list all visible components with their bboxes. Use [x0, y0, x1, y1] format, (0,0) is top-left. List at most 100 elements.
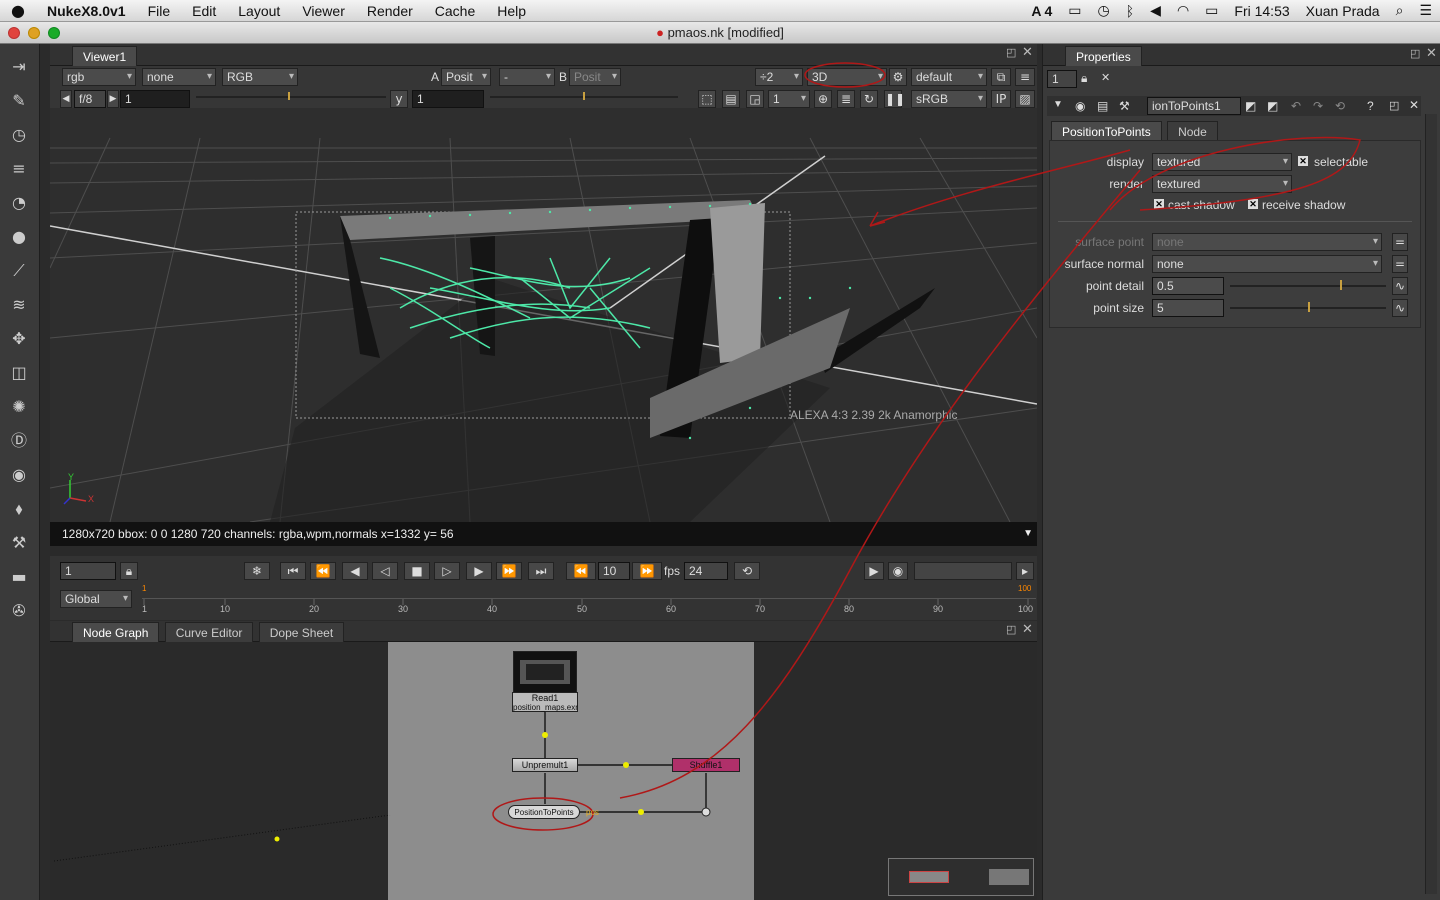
- node-graph-close-icon[interactable]: ✕: [1022, 621, 1033, 637]
- goto-end-icon[interactable]: ⏭: [528, 562, 554, 580]
- skip-forward-icon[interactable]: ⏩: [632, 562, 662, 580]
- downscale-dropdown[interactable]: ÷2: [755, 68, 803, 86]
- selectable-checkbox[interactable]: ✕: [1298, 156, 1308, 166]
- color-swatch-icon[interactable]: ◩: [1245, 99, 1256, 113]
- roi-icon[interactable]: ⬚: [698, 90, 716, 108]
- frame-increment-field[interactable]: 10: [598, 562, 630, 580]
- clipping-warning-icon[interactable]: ▤: [722, 90, 740, 108]
- group-icon[interactable]: ▤: [1097, 99, 1108, 113]
- spotlight-icon[interactable]: ⌕: [1388, 2, 1412, 19]
- prev-keyframe-icon[interactable]: ⏪: [310, 562, 336, 580]
- b-input-dropdown[interactable]: Posit: [569, 68, 621, 86]
- zoom-window-button[interactable]: [48, 27, 60, 39]
- fps-field[interactable]: 24: [684, 562, 728, 580]
- point-size-field[interactable]: 5: [1152, 299, 1224, 317]
- next-frame-icon[interactable]: ▶: [466, 562, 492, 580]
- node-graph-float-icon[interactable]: ◰: [1006, 623, 1016, 636]
- app-menu[interactable]: NukeX8.0v1: [36, 3, 137, 19]
- shuffle-node[interactable]: Shuffle1: [672, 758, 740, 772]
- gamma-label[interactable]: y: [390, 90, 408, 108]
- apple-icon[interactable]: ●: [0, 1, 36, 20]
- max-panels-field[interactable]: 1: [1047, 70, 1077, 88]
- node-name-field[interactable]: ionToPoints1: [1147, 97, 1241, 115]
- adobe-icon[interactable]: A4: [1023, 3, 1060, 19]
- dot-join[interactable]: [701, 807, 711, 817]
- time-tools-icon[interactable]: ◷: [8, 124, 30, 146]
- gain-field[interactable]: 1: [120, 90, 190, 108]
- menu-edit[interactable]: Edit: [181, 3, 227, 19]
- viewer-close-icon[interactable]: ✕: [1022, 44, 1033, 60]
- close-node-icon[interactable]: ✕: [1409, 98, 1419, 112]
- furnace-tools-icon[interactable]: ▬: [8, 566, 30, 588]
- menu-layout[interactable]: Layout: [227, 3, 291, 19]
- display-channels-dropdown[interactable]: RGB: [222, 68, 298, 86]
- point-detail-curve-icon[interactable]: ∿: [1392, 277, 1408, 295]
- fstop-next-icon[interactable]: ▶: [107, 90, 119, 108]
- info-bar-menu-icon[interactable]: ▼: [1023, 522, 1033, 546]
- viewer-toggle-icon[interactable]: ◉: [1075, 99, 1085, 113]
- clear-panels-icon[interactable]: ✕: [1101, 71, 1110, 84]
- tab-node[interactable]: Node: [1167, 121, 1218, 141]
- snowflake-icon[interactable]: ❄: [244, 562, 270, 580]
- battery-icon[interactable]: ▭: [1197, 2, 1226, 19]
- 3d-tools-icon[interactable]: ◫: [8, 362, 30, 384]
- volume-icon[interactable]: ◀: [1142, 2, 1169, 19]
- goto-start-icon[interactable]: ⏮: [280, 562, 306, 580]
- end-frame-marker[interactable]: 100: [1018, 584, 1031, 593]
- collapse-panel-icon[interactable]: ▼: [1053, 99, 1063, 110]
- colorspace-dropdown[interactable]: sRGB: [911, 90, 987, 108]
- tab-curve-editor[interactable]: Curve Editor: [164, 622, 254, 642]
- timeline-options-icon[interactable]: ▸: [1016, 562, 1034, 580]
- properties-scrollbar[interactable]: [1425, 114, 1437, 894]
- gamma-slider-handle[interactable]: [583, 92, 585, 100]
- camera-lock-icon[interactable]: ⚙: [889, 68, 907, 86]
- surface-point-link-icon[interactable]: =: [1392, 233, 1408, 251]
- pause-icon[interactable]: ❚❚: [884, 90, 905, 108]
- deep-tools-icon[interactable]: Ⓓ: [8, 430, 30, 452]
- viewer-settings-icon[interactable]: ⧉: [991, 68, 1011, 86]
- clock[interactable]: Fri 14:53: [1226, 3, 1297, 19]
- menu-file[interactable]: File: [137, 3, 182, 19]
- unpremult-node[interactable]: Unpremult1: [512, 758, 578, 772]
- menu-render[interactable]: Render: [356, 3, 424, 19]
- render-dropdown[interactable]: textured: [1152, 175, 1292, 193]
- viewer-float-icon[interactable]: ◰: [1006, 46, 1016, 59]
- tab-dope-sheet[interactable]: Dope Sheet: [258, 622, 345, 642]
- fstop-prev-icon[interactable]: ◀: [60, 90, 72, 108]
- timeline-splitter[interactable]: [50, 546, 1037, 556]
- ofx-tools-icon[interactable]: ✇: [8, 600, 30, 622]
- display-dropdown[interactable]: textured: [1152, 153, 1292, 171]
- wipe-icon[interactable]: ▨: [1015, 90, 1035, 108]
- current-frame-field[interactable]: 1: [60, 562, 116, 580]
- refresh-icon[interactable]: ↻: [860, 90, 878, 108]
- lut-dropdown[interactable]: default: [911, 68, 987, 86]
- wifi-icon[interactable]: ◠: [1169, 2, 1197, 19]
- menu-viewer[interactable]: Viewer: [291, 3, 356, 19]
- tab-node-graph[interactable]: Node Graph: [72, 622, 160, 642]
- bluetooth-icon[interactable]: ᛒ: [1118, 3, 1142, 19]
- node-wrench-icon[interactable]: ⚒: [1119, 99, 1130, 113]
- menu-cache[interactable]: Cache: [424, 3, 486, 19]
- read-node[interactable]: Read1 position_maps.exr: [512, 692, 578, 712]
- frame-lock-icon[interactable]: 🔒︎: [120, 562, 138, 580]
- next-keyframe-icon[interactable]: ⏩: [496, 562, 522, 580]
- minimize-window-button[interactable]: [28, 27, 40, 39]
- record-icon[interactable]: ◉: [888, 562, 908, 580]
- merge-tools-icon[interactable]: ≋: [8, 294, 30, 316]
- cast-shadow-checkbox[interactable]: ✕: [1154, 199, 1164, 209]
- point-detail-field[interactable]: 0.5: [1152, 277, 1224, 295]
- point-detail-handle[interactable]: [1340, 280, 1342, 290]
- revert-icon[interactable]: ⟲: [1335, 99, 1345, 113]
- receive-shadow-checkbox[interactable]: ✕: [1248, 199, 1258, 209]
- surface-point-dropdown[interactable]: none: [1152, 233, 1382, 251]
- color-swatch-2-icon[interactable]: ◩: [1267, 99, 1278, 113]
- views-tools-icon[interactable]: ◉: [8, 464, 30, 486]
- draw-tools-icon[interactable]: ✎: [8, 90, 30, 112]
- surface-normal-link-icon[interactable]: =: [1392, 255, 1408, 273]
- point-detail-slider[interactable]: [1230, 285, 1386, 287]
- particles-tools-icon[interactable]: ✺: [8, 396, 30, 418]
- channel-tools-icon[interactable]: ≡: [8, 158, 30, 180]
- float-node-icon[interactable]: ◰: [1389, 99, 1399, 112]
- skip-back-icon[interactable]: ⏪: [566, 562, 596, 580]
- input-process-button[interactable]: IP: [991, 90, 1011, 108]
